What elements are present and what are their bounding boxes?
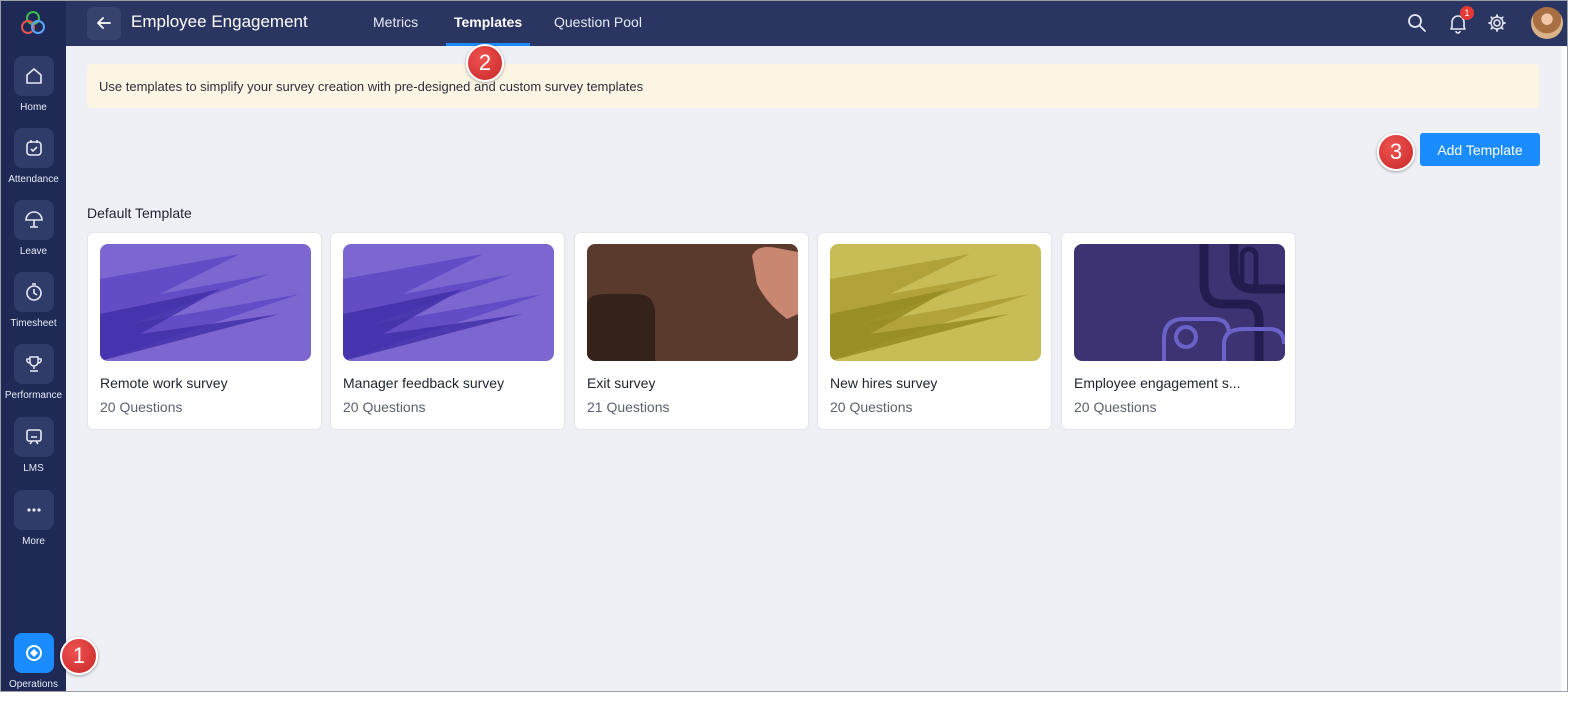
info-banner: Use templates to simplify your survey cr… [87,64,1539,108]
trophy-icon [13,344,54,384]
banner-text: Use templates to simplify your survey cr… [99,79,644,94]
home-icon [13,56,54,96]
template-title: Employee engagement s... [1074,375,1241,391]
tab-metrics[interactable]: Metrics [373,14,418,30]
sidebar-item-home[interactable]: Home [1,56,66,113]
template-title: Manager feedback survey [343,375,505,391]
back-button[interactable] [87,7,121,40]
sidebar-item-label: Timesheet [10,318,57,329]
sidebar-item-label: Home [20,102,47,113]
section-title: Default Template [87,205,192,221]
notification-badge: 1 [1460,6,1474,20]
calendar-check-icon [13,128,54,168]
template-question-count: 20 Questions [1074,399,1157,415]
template-thumbnail [343,244,554,361]
template-question-count: 21 Questions [587,399,670,415]
timer-icon [13,272,54,312]
scrollbar-track[interactable] [1561,47,1567,691]
step-marker-1: 1 [60,637,98,675]
add-template-button[interactable]: Add Template [1420,133,1540,166]
template-title: Exit survey [587,375,656,391]
sidebar-item-attendance[interactable]: Attendance [1,128,66,185]
search-icon[interactable] [1406,12,1428,34]
sidebar-item-label: Leave [19,246,48,257]
step-marker-2: 2 [466,44,504,82]
sidebar-item-leave[interactable]: Leave [1,200,66,257]
template-thumbnail [100,244,311,361]
sidebar-item-label: Attendance [8,174,59,185]
back-arrow-icon [97,17,111,29]
step-marker-3: 3 [1377,133,1415,171]
template-question-count: 20 Questions [343,399,426,415]
avatar[interactable] [1531,7,1563,39]
sidebar-item-label: Operations [9,679,58,690]
template-card-employee-engagement[interactable]: Employee engagement s... 20 Questions [1061,232,1296,430]
template-thumbnail [587,244,798,361]
sidebar: Home Attendance Leave Timesheet Performa… [1,1,66,691]
top-bar: Employee Engagement Metrics Templates Qu… [66,1,1567,46]
template-question-count: 20 Questions [100,399,183,415]
app-logo-icon[interactable] [20,10,46,36]
template-thumbnail [1074,244,1285,361]
template-title: Remote work survey [100,375,228,391]
app-window: Home Attendance Leave Timesheet Performa… [0,0,1568,692]
template-question-count: 20 Questions [830,399,913,415]
template-card-manager-feedback[interactable]: Manager feedback survey 20 Questions [330,232,565,430]
umbrella-icon [13,200,54,240]
sidebar-item-label: Performance [4,390,63,401]
more-dots-icon [13,490,54,530]
sidebar-item-lms[interactable]: LMS [1,417,66,474]
sidebar-item-timesheet[interactable]: Timesheet [1,272,66,329]
sidebar-item-operations[interactable]: Operations [1,633,66,690]
sidebar-item-label: LMS [23,463,44,474]
template-thumbnail [830,244,1041,361]
lms-board-icon [13,417,54,457]
page-title: Employee Engagement [131,12,308,31]
operations-icon [13,633,54,673]
sidebar-item-more[interactable]: More [1,490,66,547]
tab-question-pool[interactable]: Question Pool [554,14,642,30]
template-title: New hires survey [830,375,938,391]
template-card-new-hires[interactable]: New hires survey 20 Questions [817,232,1052,430]
template-card-remote-work[interactable]: Remote work survey 20 Questions [87,232,322,430]
tab-templates[interactable]: Templates [454,14,522,30]
template-card-exit[interactable]: Exit survey 21 Questions [574,232,809,430]
sidebar-item-label: More [22,536,45,547]
gear-icon[interactable] [1486,12,1508,34]
sidebar-item-performance[interactable]: Performance [1,344,66,401]
